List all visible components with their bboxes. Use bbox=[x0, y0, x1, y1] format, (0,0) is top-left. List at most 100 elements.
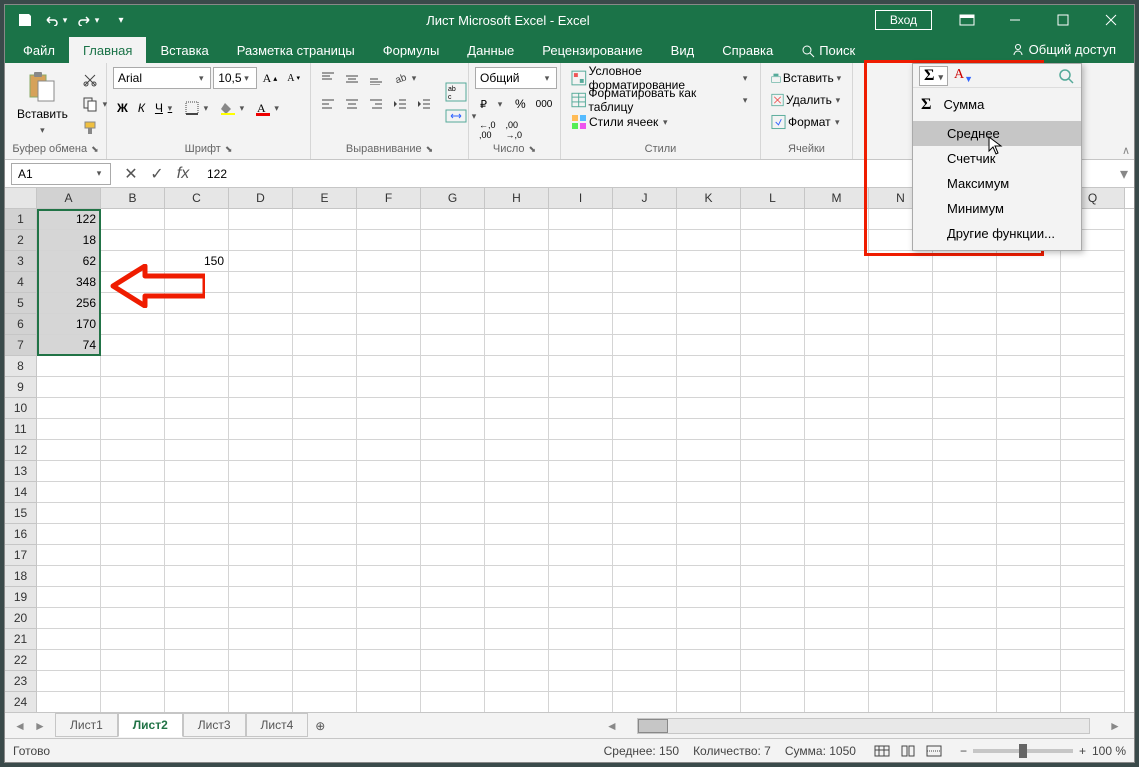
cell-K7[interactable] bbox=[677, 335, 741, 356]
sort-filter-icon[interactable]: А▼ bbox=[954, 67, 973, 84]
cell-Q8[interactable] bbox=[1061, 356, 1125, 377]
align-center-button[interactable] bbox=[341, 93, 363, 115]
row-header-21[interactable]: 21 bbox=[5, 629, 37, 650]
qat-customize[interactable]: ▾ bbox=[107, 8, 135, 32]
cell-O15[interactable] bbox=[933, 503, 997, 524]
cell-H5[interactable] bbox=[485, 293, 549, 314]
cell-B19[interactable] bbox=[101, 587, 165, 608]
sheet-tab-Лист4[interactable]: Лист4 bbox=[246, 713, 309, 737]
cell-J1[interactable] bbox=[613, 209, 677, 230]
cell-O7[interactable] bbox=[933, 335, 997, 356]
cell-A10[interactable] bbox=[37, 398, 101, 419]
decrease-decimal-button[interactable]: ,00→,0 bbox=[502, 119, 527, 141]
cell-P20[interactable] bbox=[997, 608, 1061, 629]
row-header-5[interactable]: 5 bbox=[5, 293, 37, 314]
cell-K13[interactable] bbox=[677, 461, 741, 482]
cell-P11[interactable] bbox=[997, 419, 1061, 440]
italic-button[interactable]: К bbox=[134, 97, 149, 119]
sheet-nav-next[interactable]: ► bbox=[31, 717, 49, 735]
cell-L8[interactable] bbox=[741, 356, 805, 377]
share-button[interactable]: Общий доступ bbox=[997, 36, 1130, 63]
cell-O24[interactable] bbox=[933, 692, 997, 712]
font-size-combo[interactable]: 10,5▾ bbox=[213, 67, 256, 89]
cell-O5[interactable] bbox=[933, 293, 997, 314]
menu-more-functions[interactable]: Другие функции... bbox=[913, 221, 1081, 246]
cell-N13[interactable] bbox=[869, 461, 933, 482]
cell-Q3[interactable] bbox=[1061, 251, 1125, 272]
cell-L13[interactable] bbox=[741, 461, 805, 482]
cell-J22[interactable] bbox=[613, 650, 677, 671]
column-header-A[interactable]: A bbox=[37, 188, 101, 208]
tab-data[interactable]: Данные bbox=[453, 37, 528, 63]
cell-P10[interactable] bbox=[997, 398, 1061, 419]
cancel-formula-button[interactable]: ✕ bbox=[121, 164, 141, 184]
cell-M23[interactable] bbox=[805, 671, 869, 692]
sheet-tab-Лист3[interactable]: Лист3 bbox=[183, 713, 246, 737]
zoom-thumb[interactable] bbox=[1019, 744, 1027, 758]
cell-N12[interactable] bbox=[869, 440, 933, 461]
cell-H6[interactable] bbox=[485, 314, 549, 335]
cell-C19[interactable] bbox=[165, 587, 229, 608]
cell-I10[interactable] bbox=[549, 398, 613, 419]
cell-C14[interactable] bbox=[165, 482, 229, 503]
hscroll-track[interactable] bbox=[637, 718, 1090, 734]
cell-N14[interactable] bbox=[869, 482, 933, 503]
cell-F13[interactable] bbox=[357, 461, 421, 482]
cell-I14[interactable] bbox=[549, 482, 613, 503]
cell-Q22[interactable] bbox=[1061, 650, 1125, 671]
cell-A3[interactable]: 62 bbox=[37, 251, 101, 272]
cell-I12[interactable] bbox=[549, 440, 613, 461]
cell-K23[interactable] bbox=[677, 671, 741, 692]
cell-F4[interactable] bbox=[357, 272, 421, 293]
zoom-out-button[interactable]: − bbox=[960, 744, 967, 758]
cell-B1[interactable] bbox=[101, 209, 165, 230]
cell-D15[interactable] bbox=[229, 503, 293, 524]
cell-J12[interactable] bbox=[613, 440, 677, 461]
cell-D14[interactable] bbox=[229, 482, 293, 503]
row-header-7[interactable]: 7 bbox=[5, 335, 37, 356]
column-header-E[interactable]: E bbox=[293, 188, 357, 208]
cell-L10[interactable] bbox=[741, 398, 805, 419]
cell-D24[interactable] bbox=[229, 692, 293, 712]
cell-B14[interactable] bbox=[101, 482, 165, 503]
cell-G22[interactable] bbox=[421, 650, 485, 671]
cell-P23[interactable] bbox=[997, 671, 1061, 692]
cell-H16[interactable] bbox=[485, 524, 549, 545]
cell-K18[interactable] bbox=[677, 566, 741, 587]
row-header-15[interactable]: 15 bbox=[5, 503, 37, 524]
cell-F22[interactable] bbox=[357, 650, 421, 671]
cell-E7[interactable] bbox=[293, 335, 357, 356]
cell-K4[interactable] bbox=[677, 272, 741, 293]
maximize-button[interactable] bbox=[1040, 5, 1086, 35]
cell-G2[interactable] bbox=[421, 230, 485, 251]
cell-J2[interactable] bbox=[613, 230, 677, 251]
cell-B20[interactable] bbox=[101, 608, 165, 629]
cell-J11[interactable] bbox=[613, 419, 677, 440]
cell-I11[interactable] bbox=[549, 419, 613, 440]
cell-Q9[interactable] bbox=[1061, 377, 1125, 398]
cell-A6[interactable]: 170 bbox=[37, 314, 101, 335]
cell-F16[interactable] bbox=[357, 524, 421, 545]
cell-I7[interactable] bbox=[549, 335, 613, 356]
cell-N21[interactable] bbox=[869, 629, 933, 650]
cell-N15[interactable] bbox=[869, 503, 933, 524]
zoom-slider[interactable] bbox=[973, 749, 1073, 753]
cell-G20[interactable] bbox=[421, 608, 485, 629]
cell-C1[interactable] bbox=[165, 209, 229, 230]
cell-A1[interactable]: 122 bbox=[37, 209, 101, 230]
column-header-C[interactable]: C bbox=[165, 188, 229, 208]
redo-button[interactable]: ▾ bbox=[75, 8, 103, 32]
enter-formula-button[interactable]: ✓ bbox=[147, 164, 167, 184]
number-format-combo[interactable]: Общий▾ bbox=[475, 67, 557, 89]
cell-M17[interactable] bbox=[805, 545, 869, 566]
cell-D2[interactable] bbox=[229, 230, 293, 251]
save-button[interactable] bbox=[11, 8, 39, 32]
row-header-19[interactable]: 19 bbox=[5, 587, 37, 608]
cell-J21[interactable] bbox=[613, 629, 677, 650]
cell-J5[interactable] bbox=[613, 293, 677, 314]
cell-N18[interactable] bbox=[869, 566, 933, 587]
login-button[interactable]: Вход bbox=[875, 10, 932, 30]
cell-D1[interactable] bbox=[229, 209, 293, 230]
cell-D4[interactable] bbox=[229, 272, 293, 293]
cell-J23[interactable] bbox=[613, 671, 677, 692]
